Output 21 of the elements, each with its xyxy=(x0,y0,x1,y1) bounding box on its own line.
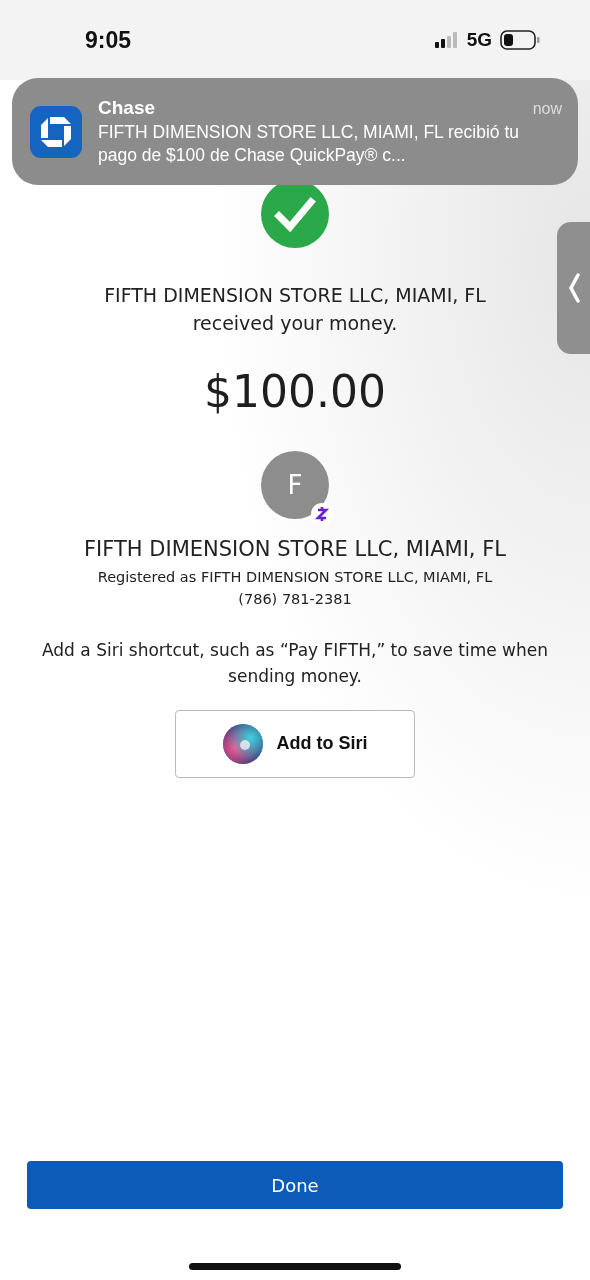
siri-prompt: Add a Siri shortcut, such as “Pay FIFTH,” to save time when sending money. xyxy=(41,639,549,689)
registered-name: Registered as FIFTH DIMENSION STORE LLC, MIAMI, FL xyxy=(97,569,493,585)
avatar: F xyxy=(261,451,329,519)
amount: $100.00 xyxy=(204,366,386,417)
notification-app-name: Chase xyxy=(98,96,156,119)
notification-banner[interactable]: Chase now FIFTH DIMENSION STORE LLC, MIAMI, FL recibió tu pago de $100 de Chase QuickPay® c... xyxy=(12,78,578,185)
notification-message: FIFTH DIMENSION STORE LLC, MIAMI, FL recibió tu pago de $100 de Chase QuickPay® c... xyxy=(98,120,521,167)
octagon-logo-icon xyxy=(30,105,82,158)
network-label: 5G xyxy=(466,29,492,51)
phone-number: (786) 781-2381 xyxy=(238,591,352,607)
side-handle[interactable] xyxy=(557,222,590,354)
confirmation-message: received your money. xyxy=(192,312,398,334)
recipient-line: FIFTH DIMENSION STORE LLC, MIAMI, FL xyxy=(104,284,486,306)
add-to-siri-button[interactable]: Add to Siri xyxy=(175,709,415,778)
notification-time: now xyxy=(532,99,562,118)
status-time: 9:05 xyxy=(85,26,132,54)
chevron-left-icon xyxy=(567,273,580,303)
recipient-name: FIFTH DIMENSION STORE LLC, MIAMI, FL xyxy=(84,537,506,561)
signal-icon xyxy=(434,32,459,48)
battery-icon xyxy=(500,30,540,50)
done-button[interactable]: Done xyxy=(27,1161,563,1209)
